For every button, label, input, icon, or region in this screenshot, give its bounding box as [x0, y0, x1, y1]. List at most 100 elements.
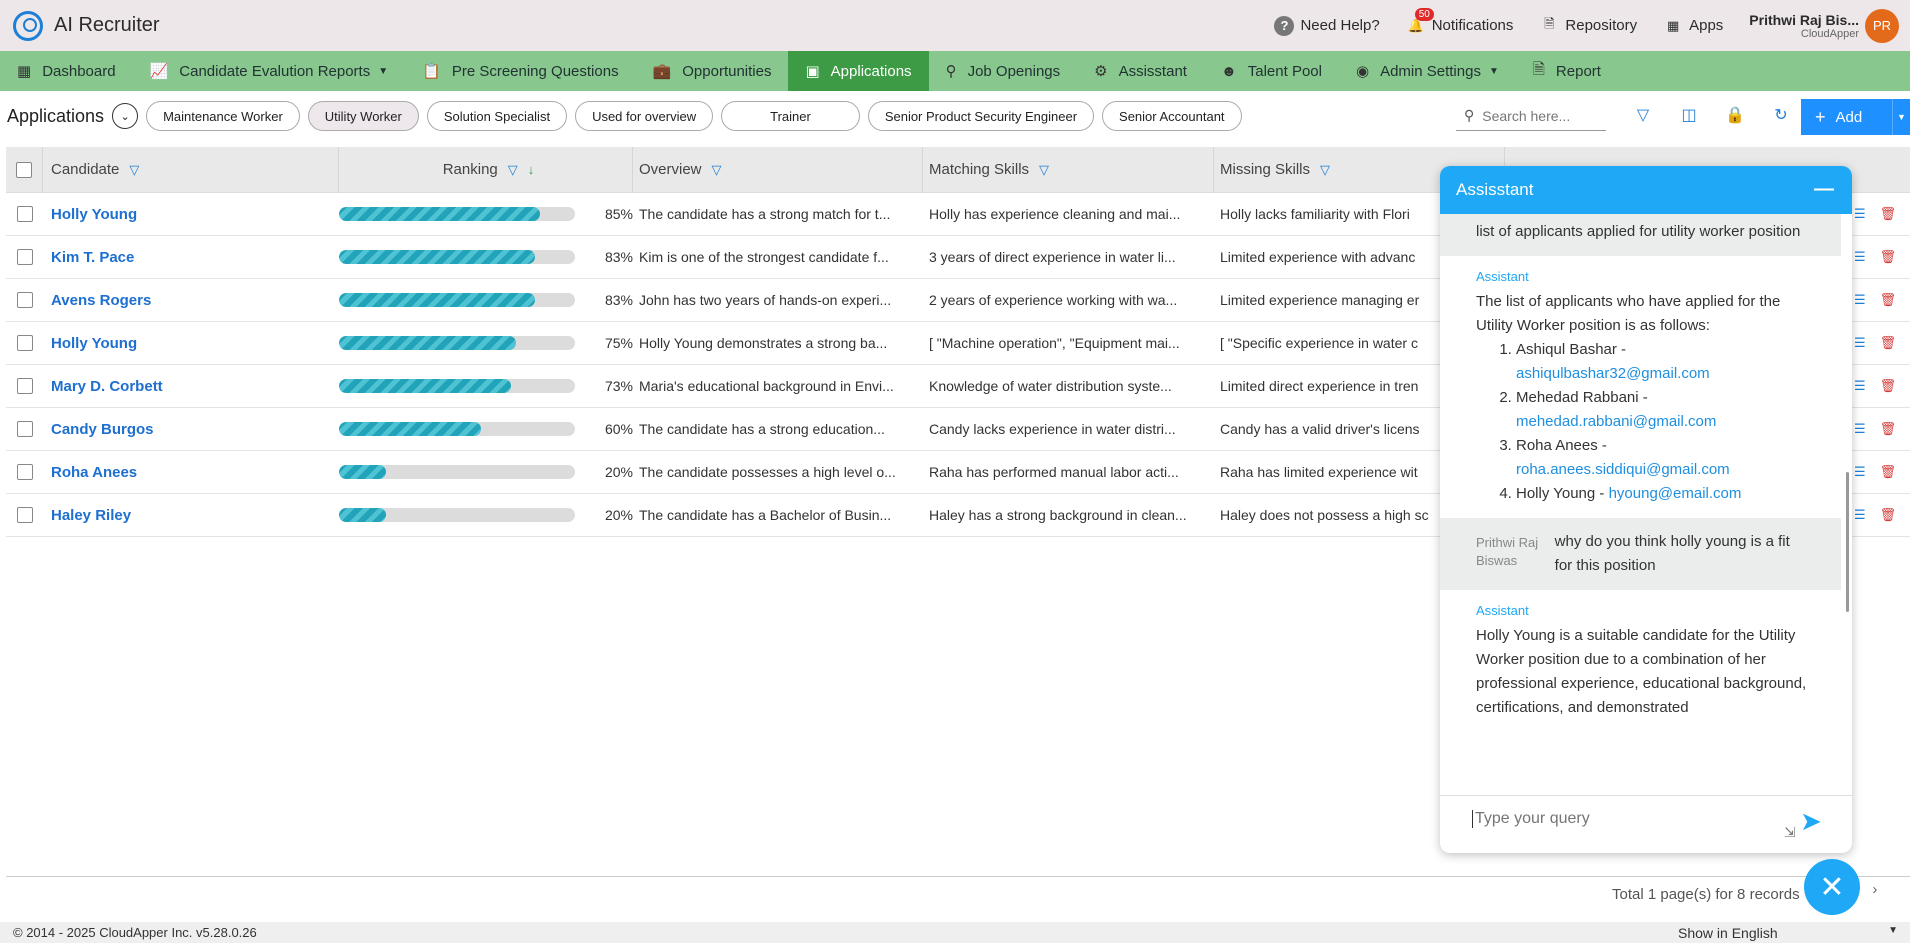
nav-report[interactable]: 🗎 Report	[1516, 51, 1618, 91]
candidate-link[interactable]: Avens Rogers	[51, 292, 151, 309]
matching-skills-cell[interactable]: 3 years of direct experience in water li…	[923, 249, 1214, 265]
filter-icon[interactable]: ▽	[129, 162, 139, 178]
row-checkbox[interactable]	[16, 507, 33, 523]
details-icon[interactable]: ☰	[1854, 464, 1866, 480]
col-overview[interactable]: Overview ▽	[633, 146, 923, 193]
candidate-link[interactable]: Haley Riley	[51, 507, 131, 524]
app-logo[interactable]: AI Recruiter	[13, 10, 160, 41]
scrollbar[interactable]	[1846, 472, 1849, 612]
language-selector[interactable]: Show in English ▼	[1678, 925, 1898, 941]
delete-icon[interactable]: 🗑	[1880, 378, 1897, 394]
overview-cell[interactable]: Holly Young demonstrates a strong ba...	[633, 335, 923, 351]
nav-admin-settings[interactable]: ◉ Admin Settings ▼	[1339, 51, 1516, 91]
matching-skills-cell[interactable]: Raha has performed manual labor acti...	[923, 464, 1214, 480]
row-checkbox[interactable]	[16, 378, 33, 394]
query-input[interactable]	[1472, 810, 1782, 828]
chip-senior-accountant[interactable]: Senior Accountant	[1102, 101, 1242, 131]
matching-skills-cell[interactable]: Holly has experience cleaning and mai...	[923, 206, 1214, 222]
nav-prescreening[interactable]: 📋 Pre Screening Questions	[405, 51, 635, 91]
filter-icon[interactable]: ▽	[712, 162, 722, 178]
resize-handle-icon[interactable]: ⇲	[1784, 824, 1796, 841]
email-link[interactable]: roha.anees.siddiqui@gmail.com	[1516, 461, 1730, 478]
apps-button[interactable]: ▦ Apps	[1663, 16, 1723, 36]
details-icon[interactable]: ☰	[1854, 335, 1866, 351]
repository-button[interactable]: 🗎 Repository	[1539, 16, 1637, 36]
delete-icon[interactable]: 🗑	[1880, 421, 1897, 437]
close-assistant-button[interactable]: ✕	[1804, 859, 1860, 915]
send-icon[interactable]: ➤	[1800, 806, 1822, 837]
nav-job-openings[interactable]: ⚲ Job Openings	[929, 51, 1078, 91]
nav-candidate-reports[interactable]: 📈 Candidate Evalution Reports ▼	[133, 51, 406, 91]
row-checkbox[interactable]	[16, 335, 33, 351]
help-button[interactable]: ? Need Help?	[1274, 15, 1380, 36]
delete-icon[interactable]: 🗑	[1880, 464, 1897, 480]
nav-opportunities[interactable]: 💼 Opportunities	[636, 51, 789, 91]
email-link[interactable]: mehedad.rabbani@gmail.com	[1516, 413, 1716, 430]
email-link[interactable]: ashiqulbashar32@gmail.com	[1516, 365, 1710, 382]
overview-cell[interactable]: Maria's educational background in Envi..…	[633, 378, 923, 394]
notifications-button[interactable]: 🔔 50 Notifications	[1406, 7, 1513, 36]
overview-cell[interactable]: John has two years of hands-on experi...	[633, 292, 923, 308]
row-checkbox[interactable]	[16, 421, 33, 437]
chip-trainer[interactable]: Trainer	[721, 101, 860, 131]
details-icon[interactable]: ☰	[1854, 206, 1866, 222]
candidate-link[interactable]: Holly Young	[51, 335, 137, 352]
overview-cell[interactable]: The candidate possesses a high level o..…	[633, 464, 923, 480]
filter-icon[interactable]: ▽	[508, 162, 518, 178]
lock-icon[interactable]: 🔒	[1712, 101, 1758, 131]
sort-arrow-down-icon[interactable]: ↓	[528, 162, 535, 177]
overview-cell[interactable]: The candidate has a strong education...	[633, 421, 923, 437]
candidate-link[interactable]: Kim T. Pace	[51, 249, 134, 266]
delete-icon[interactable]: 🗑	[1880, 249, 1897, 265]
details-icon[interactable]: ☰	[1854, 249, 1866, 265]
col-ranking[interactable]: Ranking ▽ ↓	[339, 146, 633, 193]
matching-skills-cell[interactable]: Knowledge of water distribution syste...	[923, 378, 1214, 394]
overview-cell[interactable]: The candidate has a Bachelor of Busin...	[633, 507, 923, 523]
columns-icon[interactable]: ◫	[1666, 101, 1712, 131]
details-icon[interactable]: ☰	[1854, 378, 1866, 394]
candidate-link[interactable]: Roha Anees	[51, 464, 137, 481]
select-all-checkbox[interactable]	[16, 161, 32, 178]
matching-skills-cell[interactable]: Haley has a strong background in clean..…	[923, 507, 1214, 523]
delete-icon[interactable]: 🗑	[1880, 335, 1897, 351]
chip-solution-specialist[interactable]: Solution Specialist	[426, 101, 568, 131]
chevron-right-icon[interactable]: ›	[1872, 881, 1877, 898]
matching-skills-cell[interactable]: [ "Machine operation", "Equipment mai...	[923, 335, 1214, 351]
refresh-icon[interactable]: ↻	[1758, 101, 1804, 131]
nav-assistant[interactable]: ⚙ Assisstant	[1077, 51, 1204, 91]
assistant-messages[interactable]: list of applicants applied for utility w…	[1440, 214, 1852, 794]
nav-applications[interactable]: ▣ Applications	[788, 51, 929, 91]
details-icon[interactable]: ☰	[1854, 507, 1866, 523]
chip-used-for-overview[interactable]: Used for overview	[575, 101, 714, 131]
filter-icon[interactable]: ▽	[1620, 101, 1666, 131]
chip-maintenance-worker[interactable]: Maintenance Worker	[146, 101, 300, 131]
col-matching-skills[interactable]: Matching Skills ▽	[923, 146, 1214, 193]
nav-talent-pool[interactable]: ☻ Talent Pool	[1204, 51, 1339, 91]
filter-icon[interactable]: ▽	[1039, 162, 1049, 178]
overview-cell[interactable]: The candidate has a strong match for t..…	[633, 206, 923, 222]
matching-skills-cell[interactable]: 2 years of experience working with wa...	[923, 292, 1214, 308]
chevron-down-icon[interactable]: ▼	[1892, 99, 1910, 135]
minimize-icon[interactable]: —	[1814, 178, 1834, 201]
delete-icon[interactable]: 🗑	[1880, 206, 1897, 222]
add-button[interactable]: + Add ▼	[1801, 99, 1910, 135]
chip-utility-worker[interactable]: Utility Worker	[307, 101, 419, 131]
candidate-link[interactable]: Holly Young	[51, 206, 137, 223]
search-placeholder[interactable]: Search here...	[1482, 108, 1570, 124]
chip-senior-product-security-engineer[interactable]: Senior Product Security Engineer	[867, 101, 1095, 131]
avatar[interactable]: PR	[1865, 8, 1899, 43]
search-field[interactable]: ⚲ Search here...	[1456, 101, 1606, 131]
col-candidate[interactable]: Candidate ▽	[43, 146, 339, 193]
row-checkbox[interactable]	[16, 206, 33, 222]
overview-cell[interactable]: Kim is one of the strongest candidate f.…	[633, 249, 923, 265]
nav-dashboard[interactable]: ▦ Dashboard	[0, 51, 133, 91]
filter-icon[interactable]: ▽	[1320, 162, 1330, 178]
delete-icon[interactable]: 🗑	[1880, 292, 1897, 308]
user-menu[interactable]: Prithwi Raj Bis... CloudApper PR	[1749, 8, 1899, 43]
details-icon[interactable]: ☰	[1854, 292, 1866, 308]
row-checkbox[interactable]	[16, 249, 33, 265]
delete-icon[interactable]: 🗑	[1880, 507, 1897, 523]
matching-skills-cell[interactable]: Candy lacks experience in water distri..…	[923, 421, 1214, 437]
candidate-link[interactable]: Mary D. Corbett	[51, 378, 163, 395]
email-link[interactable]: hyoung@email.com	[1609, 485, 1742, 502]
